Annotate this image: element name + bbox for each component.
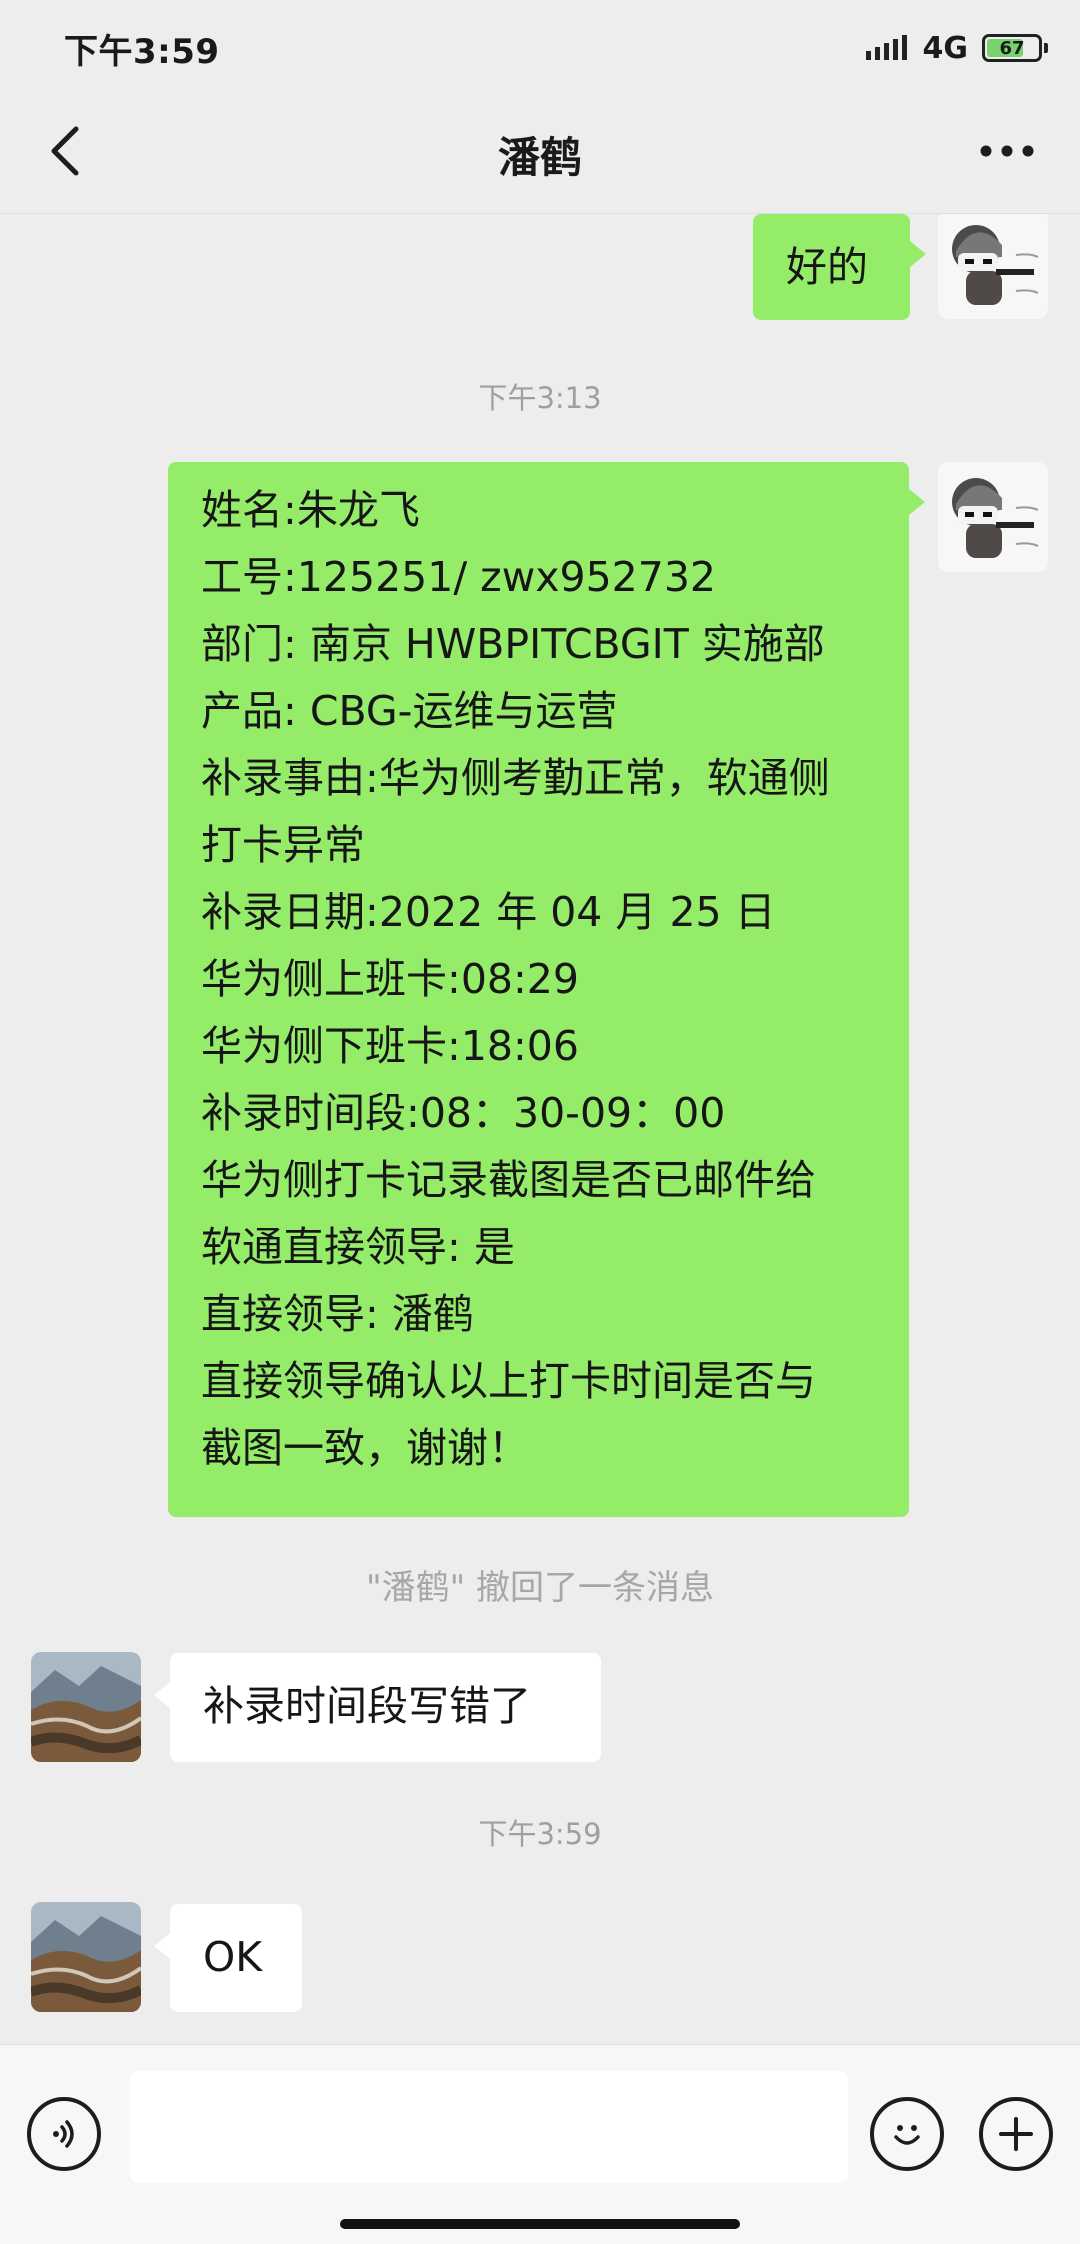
more-options-button[interactable]	[972, 120, 1042, 182]
info-line: 产品: CBG-运维与运营	[201, 687, 618, 735]
info-line: 姓名:朱龙飞	[201, 486, 420, 534]
sent-message[interactable]: 好的	[753, 214, 926, 320]
soldier-avatar-image	[938, 214, 1048, 319]
battery-level: 67	[999, 37, 1025, 59]
info-line: 华为侧打卡记录截图是否已邮件给	[201, 1156, 816, 1204]
info-line: 打卡异常	[201, 821, 365, 869]
status-bar: 下午3:59 4G 67	[0, 0, 1080, 96]
recall-notice: "潘鹤" 撤回了一条消息	[365, 1568, 715, 1608]
battery-indicator: 67	[982, 34, 1048, 62]
plus-icon	[999, 2117, 1033, 2151]
message-text: 好的	[786, 243, 868, 291]
info-line: 补录日期:2022 年 04 月 25 日	[201, 888, 776, 936]
chevron-left-icon	[51, 126, 79, 176]
network-type: 4G	[922, 30, 969, 66]
my-avatar[interactable]	[938, 462, 1048, 572]
timestamp: 下午3:59	[478, 1817, 602, 1851]
contact-avatar[interactable]	[31, 1652, 141, 1762]
my-avatar[interactable]	[938, 214, 1048, 319]
info-line: 华为侧下班卡:18:06	[201, 1022, 579, 1070]
landscape-avatar-image	[31, 1902, 141, 2012]
landscape-avatar-image	[31, 1652, 141, 1762]
info-line: 补录事由:华为侧考勤正常，软通侧	[201, 754, 830, 802]
received-message[interactable]: OK	[154, 1904, 302, 2012]
timestamp: 下午3:13	[478, 381, 602, 415]
home-indicator	[340, 2219, 740, 2229]
received-message[interactable]: 补录时间段写错了	[154, 1653, 601, 1762]
chat-input-bar	[0, 2044, 1080, 2244]
info-line: 直接领导确认以上打卡时间是否与	[201, 1357, 816, 1405]
chat-title: 潘鹤	[497, 133, 582, 182]
info-line: 截图一致，谢谢！	[201, 1424, 529, 1472]
more-dots-icon	[980, 145, 1034, 157]
message-text: 补录时间段写错了	[203, 1682, 531, 1730]
info-line: 直接领导: 潘鹤	[201, 1290, 474, 1338]
info-line: 工号:125251/ zwx952732	[201, 553, 717, 601]
voice-button[interactable]	[27, 2097, 101, 2171]
contact-avatar[interactable]	[31, 1902, 141, 2012]
back-button[interactable]	[34, 120, 96, 182]
status-time: 下午3:59	[64, 31, 220, 72]
emoji-button[interactable]	[870, 2097, 944, 2171]
message-input[interactable]	[130, 2071, 848, 2183]
info-line: 补录时间段:08：30-09：00	[201, 1089, 726, 1137]
message-text: OK	[203, 1933, 263, 1981]
emoji-icon	[894, 2125, 920, 2145]
sent-message-info[interactable]: 姓名:朱龙飞 工号:125251/ zwx952732 部门: 南京 HWBPI…	[168, 462, 925, 1517]
signal-icon	[865, 35, 907, 60]
chat-area[interactable]: 好的 下午3:13 姓名:朱龙飞 工号:125251/ zwx952732 部门…	[0, 214, 1080, 2044]
info-line: 软通直接领导: 是	[201, 1223, 515, 1271]
info-line: 华为侧上班卡:08:29	[201, 955, 579, 1003]
chat-header: 潘鹤	[0, 96, 1080, 214]
soldier-avatar-image	[938, 462, 1048, 572]
info-line: 部门: 南京 HWBPITCBGIT 实施部	[201, 620, 825, 668]
more-functions-button[interactable]	[979, 2097, 1053, 2171]
voice-icon	[53, 2120, 74, 2148]
status-right-group: 4G 67	[865, 30, 1048, 66]
